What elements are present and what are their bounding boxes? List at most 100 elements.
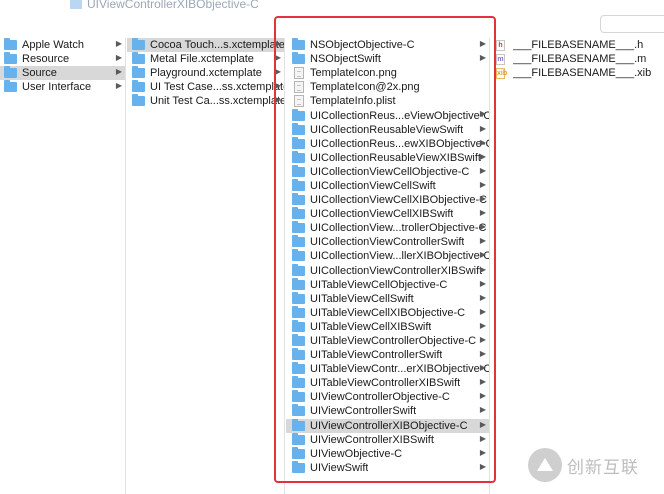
folder-icon — [4, 80, 17, 93]
template-item[interactable]: Metal File.xctemplate ▶ — [127, 52, 284, 66]
template-item[interactable]: Cocoa Touch...s.xctemplate ▶ — [127, 38, 284, 53]
folder-icon — [292, 460, 305, 473]
template-content-item[interactable]: UITableViewCellSwift ▶ — [286, 291, 489, 306]
template-item[interactable]: UI Test Case...ss.xctemplate ▶ — [127, 80, 284, 94]
template-content-item[interactable]: UICollectionViewCellXIBSwift ▶ — [286, 207, 489, 221]
template-content-label: UIViewControllerSwift — [310, 405, 417, 418]
template-content-label: UICollectionViewControllerSwift — [310, 236, 465, 249]
chevron-right-icon: ▶ — [479, 250, 486, 260]
template-content-label: UICollectionReusableViewXIBSwift — [310, 151, 481, 164]
column-template-contents[interactable]: NSObjectObjective-C ▶ NSObjectSwift ▶ Templa… — [286, 38, 490, 494]
template-content-item[interactable]: UIViewControllerSwift ▶ — [286, 404, 489, 418]
template-content-item[interactable]: TemplateIcon@2x.png — [286, 80, 489, 94]
chevron-right-icon: ▶ — [115, 39, 122, 48]
template-content-item[interactable]: UITableViewControllerXIBSwift ▶ — [286, 376, 489, 390]
watermark-text: 创新互联 — [567, 457, 639, 478]
template-content-item[interactable]: UIViewControllerXIBSwift ▶ — [286, 432, 489, 447]
template-content-item[interactable]: UICollectionView...llerXIBObjective-C ▶ — [286, 249, 489, 263]
category-item[interactable]: Source ▶ — [0, 66, 125, 81]
template-content-item[interactable]: UITableViewContr...erXIBObjective-C ▶ — [286, 362, 489, 376]
folder-icon — [70, 0, 82, 9]
category-item[interactable]: User Interface ▶ — [0, 80, 125, 94]
template-content-item[interactable]: UICollectionReus...eViewObjective-C ▶ — [286, 108, 489, 122]
folder-icon — [292, 362, 305, 375]
template-content-item[interactable]: UICollectionViewControllerSwift ▶ — [286, 235, 489, 249]
chevron-right-icon: ▶ — [479, 165, 486, 175]
category-item[interactable]: Apple Watch ▶ — [0, 38, 125, 52]
template-content-item[interactable]: UICollectionViewControllerXIBSwift ▶ — [286, 263, 489, 278]
folder-icon — [4, 38, 17, 51]
folder-icon — [292, 207, 305, 220]
folder-icon — [292, 446, 305, 459]
template-file-item[interactable]: m ___FILEBASENAME___.m — [491, 52, 664, 66]
template-content-item[interactable]: UICollectionReusableViewSwift ▶ — [286, 122, 489, 137]
template-file-label: ___FILEBASENAME___.h — [513, 39, 644, 52]
chevron-right-icon: ▶ — [479, 123, 486, 133]
chevron-right-icon: ▶ — [479, 264, 486, 274]
chevron-right-icon: ▶ — [479, 334, 486, 344]
template-item[interactable]: Unit Test Ca...ss.xctemplate ▶ — [127, 94, 284, 108]
template-content-label: UICollectionView...trollerObjective-C — [310, 222, 487, 235]
template-content-item[interactable]: UITableViewCellObjective-C ▶ — [286, 277, 489, 292]
chevron-right-icon: ▶ — [479, 377, 486, 387]
chevron-right-icon: ▶ — [479, 278, 486, 288]
search-input[interactable] — [600, 15, 664, 33]
chevron-right-icon: ▶ — [479, 39, 486, 48]
template-content-label: UITableViewControllerObjective-C — [310, 335, 477, 348]
folder-icon — [292, 178, 305, 191]
column-templates[interactable]: Cocoa Touch...s.xctemplate ▶ Metal File.xc… — [127, 38, 285, 494]
template-content-item[interactable]: UITableViewControllerObjective-C ▶ — [286, 334, 489, 348]
template-content-item[interactable]: NSObjectSwift ▶ — [286, 52, 489, 66]
template-content-item[interactable]: UIViewSwift ▶ — [286, 460, 489, 475]
source-file-icon: m — [496, 53, 505, 65]
folder-icon — [132, 52, 145, 65]
folder-icon — [292, 334, 305, 347]
chevron-right-icon: ▶ — [479, 109, 486, 119]
folder-icon — [4, 52, 17, 65]
window-title: UIViewControllerXIBObjective-C — [87, 0, 259, 11]
template-item[interactable]: Playground.xctemplate ▶ — [127, 66, 284, 80]
template-content-item[interactable]: TemplateIcon.png — [286, 66, 489, 80]
template-content-label: UICollectionView...llerXIBObjective-C — [310, 250, 489, 263]
template-file-item[interactable]: h ___FILEBASENAME___.h — [491, 38, 664, 52]
source-file-icon: xib — [496, 67, 508, 79]
chevron-right-icon: ▶ — [479, 433, 486, 443]
template-content-item[interactable]: UICollectionReus...ewXIBObjective-C ▶ — [286, 136, 489, 151]
folder-icon — [292, 136, 305, 149]
column-template-files[interactable]: h ___FILEBASENAME___.h m ___FILEBASENAME___… — [491, 38, 664, 494]
chevron-right-icon: ▶ — [479, 236, 486, 246]
template-content-item[interactable]: NSObjectObjective-C ▶ — [286, 38, 489, 52]
category-item[interactable]: Resource ▶ — [0, 52, 125, 66]
template-content-item[interactable]: UIViewObjective-C ▶ — [286, 446, 489, 461]
chevron-right-icon: ▶ — [479, 194, 486, 204]
folder-icon — [292, 38, 305, 51]
chevron-right-icon: ▶ — [479, 447, 486, 457]
template-content-item[interactable]: UIViewControllerObjective-C ▶ — [286, 390, 489, 404]
template-content-item[interactable]: TemplateInfo.plist — [286, 94, 489, 108]
folder-icon — [292, 305, 305, 318]
template-file-label: ___FILEBASENAME___.m — [513, 53, 647, 66]
chevron-right-icon: ▶ — [115, 81, 122, 91]
template-label: UI Test Case...ss.xctemplate — [150, 81, 284, 94]
template-content-item[interactable]: UICollectionView...trollerObjective-C ▶ — [286, 221, 489, 235]
template-content-item[interactable]: UICollectionViewCellSwift ▶ — [286, 178, 489, 193]
template-content-item[interactable]: UIViewControllerXIBObjective-C ▶ — [286, 418, 489, 433]
chevron-right-icon: ▶ — [479, 363, 486, 373]
template-content-item[interactable]: UITableViewCellXIBObjective-C ▶ — [286, 305, 489, 320]
template-content-label: UICollectionReus...ewXIBObjective-C — [310, 137, 489, 150]
chevron-right-icon: ▶ — [479, 461, 486, 471]
template-file-item[interactable]: xib ___FILEBASENAME___.xib — [491, 66, 664, 80]
folder-icon — [132, 80, 145, 93]
template-content-label: UICollectionViewCellXIBSwift — [310, 208, 454, 221]
template-content-label: UICollectionViewCellSwift — [310, 179, 436, 192]
template-label: Unit Test Ca...ss.xctemplate — [150, 95, 284, 108]
template-content-label: UICollectionViewControllerXIBSwift — [310, 264, 483, 277]
template-content-item[interactable]: UICollectionViewCellObjective-C ▶ — [286, 164, 489, 179]
template-content-item[interactable]: UITableViewCellXIBSwift ▶ — [286, 319, 489, 334]
template-content-item[interactable]: UICollectionViewCellXIBObjective-C ▶ — [286, 193, 489, 207]
template-content-item[interactable]: UICollectionReusableViewXIBSwift ▶ — [286, 150, 489, 165]
folder-icon — [292, 122, 305, 135]
template-content-item[interactable]: UITableViewControllerSwift ▶ — [286, 348, 489, 362]
chevron-right-icon: ▶ — [479, 349, 486, 359]
column-categories[interactable]: Apple Watch ▶ Resource ▶ Source ▶ User Interfa… — [0, 38, 126, 494]
